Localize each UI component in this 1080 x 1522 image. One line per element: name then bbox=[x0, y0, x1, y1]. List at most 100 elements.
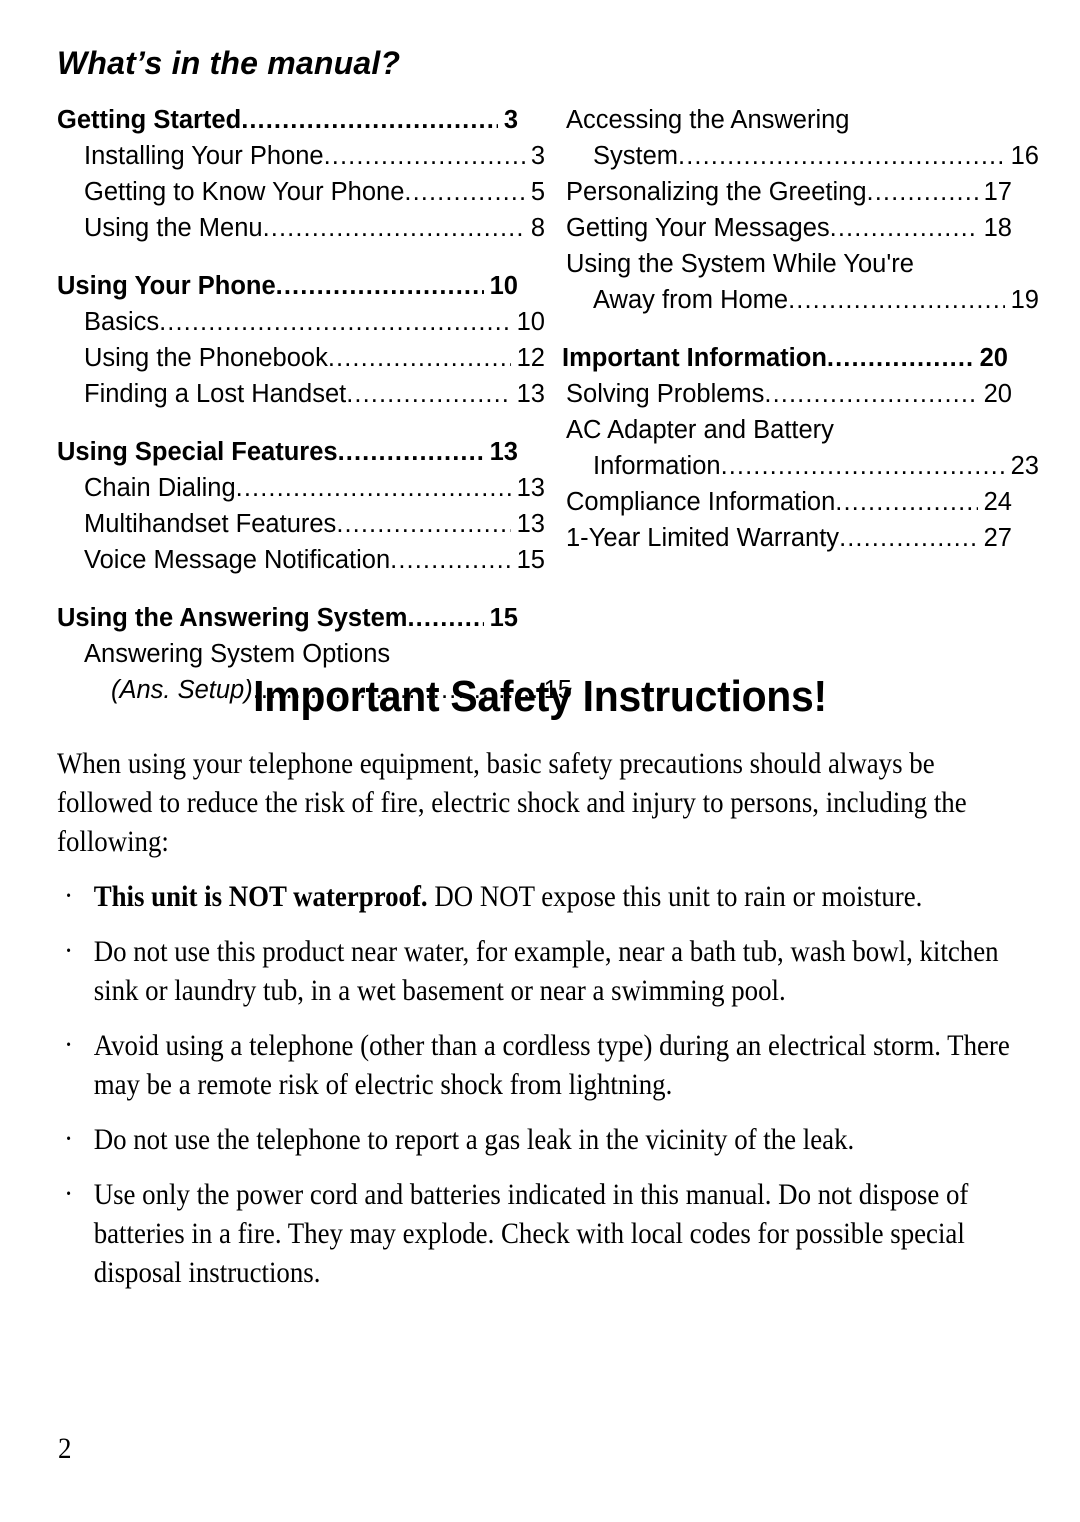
toc-page-number: 5 bbox=[530, 178, 545, 206]
toc-entry[interactable]: Using the System While You're bbox=[562, 246, 1012, 282]
toc-leader-dots bbox=[276, 268, 484, 304]
safety-bullet-text: Do not use this product near water, for … bbox=[93, 935, 999, 1007]
toc-page-number: 10 bbox=[516, 308, 545, 336]
toc-leader-dots bbox=[764, 376, 977, 412]
toc-entry[interactable]: Accessing the Answering bbox=[562, 102, 1012, 138]
page-number: 2 bbox=[58, 1432, 72, 1465]
toc-entry[interactable]: Compliance Information 24 bbox=[562, 484, 1012, 520]
toc-page-number: 17 bbox=[983, 178, 1012, 206]
toc-entry[interactable]: Information 23 bbox=[562, 448, 1039, 484]
toc-leader-dots bbox=[346, 376, 510, 412]
toc-entry[interactable]: Multihandset Features 13 bbox=[57, 506, 545, 542]
toc-leader-dots bbox=[324, 138, 525, 174]
toc-entry[interactable]: Away from Home 19 bbox=[562, 282, 1039, 318]
toc-leader-dots bbox=[404, 174, 524, 210]
toc-page-number: 23 bbox=[1010, 452, 1039, 480]
toc-entry[interactable]: Important Information 20 bbox=[562, 340, 1008, 376]
toc-page-number: 8 bbox=[530, 214, 545, 242]
toc-entry[interactable]: Using the Phonebook 12 bbox=[57, 340, 545, 376]
toc-entry-label: Important Information bbox=[562, 344, 827, 372]
toc-entry-label: Accessing the Answering bbox=[566, 106, 850, 134]
toc-leader-dots bbox=[678, 138, 1005, 174]
toc-leader-dots bbox=[721, 448, 1005, 484]
toc-entry[interactable]: Using Your Phone 10 bbox=[57, 268, 518, 304]
toc-entry-label: Answering System Options bbox=[84, 640, 391, 668]
toc-entry-label: Installing Your Phone bbox=[84, 142, 324, 170]
safety-bullet-text: Avoid using a telephone (other than a co… bbox=[93, 1029, 1010, 1101]
toc-entry-label: Getting Started bbox=[57, 106, 242, 134]
toc-left-column: Getting Started3 Installing Your Phone 3 Ge… bbox=[57, 102, 572, 708]
toc-entry[interactable]: Solving Problems 20 bbox=[562, 376, 1012, 412]
toc-page-number: 15 bbox=[489, 604, 518, 632]
toc-entry-label: Using Special Features bbox=[57, 438, 338, 466]
toc-entry-label: Multihandset Features bbox=[84, 510, 337, 538]
toc-entry-label: Away from Home bbox=[593, 286, 789, 314]
toc-entry-label: Using Your Phone bbox=[57, 272, 276, 300]
toc-entry-label: Compliance Information bbox=[566, 488, 836, 516]
toc-leader-dots bbox=[328, 340, 511, 376]
toc-page-number: 15 bbox=[516, 546, 545, 574]
toc-leader-dots bbox=[407, 600, 483, 636]
toc-heading: What’s in the manual? bbox=[57, 45, 401, 81]
toc-entry[interactable]: Basics 10 bbox=[57, 304, 545, 340]
toc-entry[interactable]: Getting Your Messages 18 bbox=[562, 210, 1012, 246]
toc-entry[interactable]: Personalizing the Greeting 17 bbox=[562, 174, 1012, 210]
safety-bullet-text: Use only the power cord and batteries in… bbox=[93, 1178, 969, 1289]
safety-bullet-list: This unit is NOT waterproof. DO NOT expo… bbox=[57, 876, 1022, 1292]
safety-bullet-item: Use only the power cord and batteries in… bbox=[57, 1174, 1022, 1292]
toc-entry[interactable]: Voice Message Notification 15 bbox=[57, 542, 545, 578]
toc-page-number: 3 bbox=[530, 142, 545, 170]
toc-entry-label: Solving Problems bbox=[566, 380, 765, 408]
toc-entry-label: AC Adapter and Battery bbox=[566, 416, 834, 444]
toc-leader-dots bbox=[788, 282, 1005, 318]
toc-entry[interactable]: System 16 bbox=[562, 138, 1039, 174]
toc-page-number: 16 bbox=[1010, 142, 1039, 170]
toc-entry[interactable]: AC Adapter and Battery bbox=[562, 412, 1012, 448]
toc-page-number: 13 bbox=[516, 474, 545, 502]
toc-entry[interactable]: Getting to Know Your Phone 5 bbox=[57, 174, 545, 210]
safety-bullet-item: Do not use the telephone to report a gas… bbox=[57, 1119, 1022, 1159]
toc-entry[interactable]: Answering System Options bbox=[57, 636, 545, 672]
toc-entry-label: Using the System While You're bbox=[566, 250, 914, 278]
safety-bullet-item: Avoid using a telephone (other than a co… bbox=[57, 1025, 1022, 1104]
toc-entry-label: Chain Dialing bbox=[84, 474, 236, 502]
toc-page-number: 20 bbox=[983, 380, 1012, 408]
safety-section-heading: Important Safety Instructions! bbox=[253, 672, 827, 721]
toc-entry-label: Getting to Know Your Phone bbox=[84, 178, 405, 206]
toc-leader-dots bbox=[830, 210, 978, 246]
safety-bullet-text: DO NOT expose this unit to rain or moist… bbox=[427, 880, 923, 913]
toc-entry[interactable]: Finding a Lost Handset 13 bbox=[57, 376, 545, 412]
toc-entry-label: 1-Year Limited Warranty bbox=[566, 524, 840, 552]
toc-entry[interactable]: Getting Started 3 bbox=[57, 102, 518, 138]
toc-entry[interactable]: 1-Year Limited Warranty 27 bbox=[562, 520, 1012, 556]
toc-entry-label: Using the Menu bbox=[84, 214, 263, 242]
toc-entry-label: Basics bbox=[84, 308, 160, 336]
toc-leader-dots bbox=[839, 520, 978, 556]
toc-entry[interactable]: Using Special Features 13 bbox=[57, 434, 518, 470]
toc-page-number: 13 bbox=[516, 510, 545, 538]
toc-leader-dots bbox=[263, 210, 525, 246]
toc-page-number: 27 bbox=[983, 524, 1012, 552]
toc-entry[interactable]: Installing Your Phone 3 bbox=[57, 138, 545, 174]
toc-entry[interactable]: Using the Menu 8 bbox=[57, 210, 545, 246]
toc-entry-label: Using the Answering System bbox=[57, 604, 408, 632]
toc-page-number: 18 bbox=[983, 214, 1012, 242]
toc-leader-dots bbox=[835, 484, 977, 520]
toc-page-number: 13 bbox=[516, 380, 545, 408]
safety-intro-paragraph: When using your telephone equipment, bas… bbox=[57, 747, 967, 858]
toc-page-number: 13 bbox=[489, 438, 518, 466]
toc-entry-label: Personalizing the Greeting bbox=[566, 178, 867, 206]
toc-leader-dots bbox=[241, 102, 498, 138]
toc-entry[interactable]: Chain Dialing 13 bbox=[57, 470, 545, 506]
toc-entry-label: Getting Your Messages bbox=[566, 214, 830, 242]
toc-leader-dots bbox=[336, 506, 510, 542]
toc-entry-label: Information bbox=[593, 452, 721, 480]
toc-page-number: 24 bbox=[983, 488, 1012, 516]
toc-leader-dots bbox=[338, 434, 484, 470]
toc-entry[interactable]: Using the Answering System 15 bbox=[57, 600, 518, 636]
toc-leader-dots bbox=[867, 174, 978, 210]
toc-leader-dots bbox=[159, 304, 511, 340]
toc-entry-label: Voice Message Notification bbox=[84, 546, 391, 574]
toc-leader-dots bbox=[390, 542, 510, 578]
toc-page-number: 19 bbox=[1010, 286, 1039, 314]
